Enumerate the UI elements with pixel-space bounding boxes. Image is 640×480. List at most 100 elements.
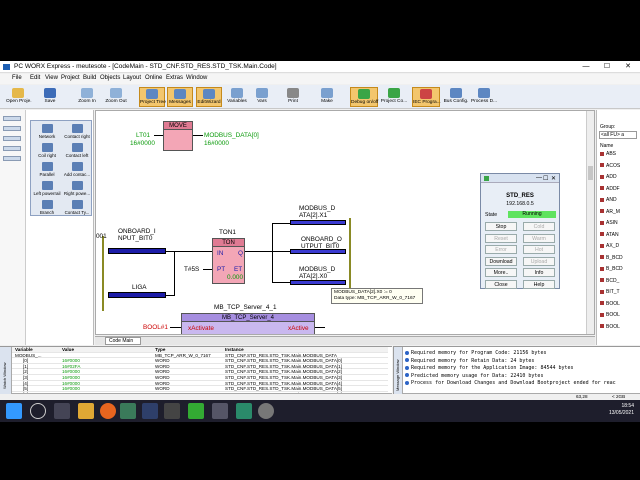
group-select[interactable]: <all FU> a — [599, 131, 637, 139]
function-list-item[interactable]: ADDF — [600, 186, 620, 192]
function-list-item[interactable]: B_BCD — [600, 266, 623, 272]
mb-tcp-server-block[interactable]: MB_TCP_Server_4 xActivate xActive — [181, 313, 315, 334]
file-explorer-icon[interactable] — [78, 403, 94, 419]
dialog-close[interactable]: ✕ — [551, 175, 556, 182]
function-list-item[interactable]: ABS — [600, 151, 616, 157]
palette-right-powerrail[interactable]: Right powe... — [62, 181, 92, 196]
tia-portal-icon[interactable] — [142, 403, 158, 419]
menu-file[interactable]: File — [12, 75, 22, 81]
move-block[interactable]: MOVE — [163, 121, 193, 151]
zoom-in-button[interactable]: Zoom In — [76, 87, 98, 107]
tree-node[interactable] — [3, 146, 21, 151]
palette-coil-right[interactable]: Coil right — [32, 143, 62, 158]
firefox-icon[interactable] — [100, 403, 116, 419]
app-icon-2[interactable] — [188, 403, 204, 419]
palette-branch[interactable]: Branch — [32, 200, 62, 215]
stop-button[interactable]: Stop — [485, 222, 517, 231]
menu-window[interactable]: Window — [186, 75, 207, 81]
tree-node[interactable] — [3, 116, 21, 121]
info-button[interactable]: Info — [523, 268, 555, 277]
close-button[interactable]: ✕ — [618, 62, 638, 72]
zoom-out-button[interactable]: Zoom Out — [104, 87, 128, 107]
tree-node[interactable] — [3, 136, 21, 141]
palette-contact-type[interactable]: Contact Ty... — [62, 200, 92, 215]
minimize-button[interactable]: — — [576, 62, 596, 72]
function-list-item[interactable]: ACOS — [600, 163, 620, 169]
task-view-icon[interactable] — [54, 403, 70, 419]
contact-liga[interactable] — [108, 292, 166, 298]
palette-contact-left[interactable]: Contact left — [62, 143, 92, 158]
cold-button[interactable]: Cold — [523, 222, 555, 231]
messages-button[interactable]: Messages — [167, 87, 193, 107]
menu-edit[interactable]: Edit — [30, 75, 40, 81]
menu-project[interactable]: Project — [61, 75, 80, 81]
menu-view[interactable]: View — [45, 75, 58, 81]
help-button[interactable]: Help — [523, 279, 555, 289]
variables-button[interactable]: Variables — [224, 87, 250, 107]
iec-programming-button[interactable]: IEC Progra... — [412, 87, 441, 107]
coil-onboard-output[interactable] — [290, 249, 346, 254]
palette-add-contact[interactable]: Add contac... — [62, 162, 92, 177]
menu-objects[interactable]: Objects — [100, 75, 120, 81]
palette-left-powerrail[interactable]: Left powerrail — [32, 181, 62, 196]
process-data-button[interactable]: Process D... — [470, 87, 498, 107]
palette-parallel[interactable]: Parallel — [32, 162, 62, 177]
bus-config-button[interactable]: Bus Config. — [442, 87, 470, 107]
vars-button[interactable]: Vars — [252, 87, 272, 107]
open-project-button[interactable]: Open Proje. — [6, 87, 32, 107]
dialog-maximize[interactable]: ☐ — [543, 175, 548, 182]
download-button[interactable]: Download — [485, 256, 517, 266]
function-list-item[interactable]: BOOL — [600, 312, 620, 318]
menu-online[interactable]: Online — [145, 75, 162, 81]
reset-button[interactable]: Reset — [485, 233, 517, 243]
ton-block[interactable]: TON IN Q PT ET 0.000 — [212, 238, 245, 284]
more-button[interactable]: More.. — [485, 268, 517, 277]
app-icon-3[interactable] — [212, 403, 228, 419]
debug-toggle-button[interactable]: Debug on/off — [350, 87, 378, 107]
upload-button[interactable]: Upload — [523, 256, 555, 266]
app-icon-4[interactable] — [236, 403, 252, 419]
palette-contact-right[interactable]: Contact right — [62, 124, 92, 139]
save-button[interactable]: Save — [40, 87, 60, 107]
function-list-item[interactable]: ASIN — [600, 220, 618, 226]
menu-extras[interactable]: Extras — [166, 75, 183, 81]
error-button[interactable]: Error — [485, 245, 517, 254]
function-list-item[interactable]: BIT_T — [600, 289, 620, 295]
contact-onboard-input[interactable] — [108, 248, 166, 254]
app-icon-1[interactable] — [164, 403, 180, 419]
function-list-item[interactable]: ATAN — [600, 232, 619, 238]
menu-layout[interactable]: Layout — [123, 75, 141, 81]
coil-modbus-x1[interactable] — [290, 220, 346, 225]
pcworx-taskbar-icon[interactable] — [120, 403, 136, 419]
editor-scrollbar[interactable] — [586, 111, 594, 334]
print-button[interactable]: Print — [284, 87, 302, 107]
hot-button[interactable]: Hot — [523, 245, 555, 254]
app-icon-5[interactable] — [258, 403, 274, 419]
function-list-item[interactable]: AX_D — [600, 243, 619, 249]
project-control-button[interactable]: Project Co... — [380, 87, 408, 107]
system-tray-clock[interactable]: 18:54 13/05/2021 — [609, 403, 634, 417]
maximize-button[interactable]: ☐ — [597, 62, 617, 72]
edit-wizard-button[interactable]: EditWizard — [196, 87, 222, 107]
tree-node[interactable] — [3, 126, 21, 131]
function-list-item[interactable]: BOOL — [600, 324, 620, 330]
function-list-item[interactable]: ADD — [600, 174, 617, 180]
tree-node[interactable] — [3, 156, 21, 161]
function-list-item[interactable]: BOOL — [600, 301, 620, 307]
function-list-item[interactable]: B_BCD — [600, 255, 623, 261]
menu-build[interactable]: Build — [83, 75, 96, 81]
make-button[interactable]: Make — [318, 87, 336, 107]
dialog-minimize[interactable]: — — [536, 175, 542, 181]
function-list-item[interactable]: BCD_ — [600, 278, 619, 284]
coil-modbus-x0[interactable] — [290, 280, 346, 285]
warm-button[interactable]: Warm — [523, 233, 555, 243]
windows-start-icon[interactable] — [6, 403, 22, 419]
palette-network[interactable]: Network — [32, 124, 62, 139]
scrollbar-thumb[interactable] — [588, 166, 593, 180]
function-list-item[interactable]: AR_M — [600, 209, 620, 215]
tab-code-main[interactable]: Code Main — [105, 337, 141, 345]
project-tree-button[interactable]: Project Tree — [139, 87, 166, 107]
function-list-item[interactable]: AND — [600, 197, 617, 203]
search-icon[interactable] — [30, 403, 46, 419]
close-button[interactable]: Close — [485, 279, 517, 289]
